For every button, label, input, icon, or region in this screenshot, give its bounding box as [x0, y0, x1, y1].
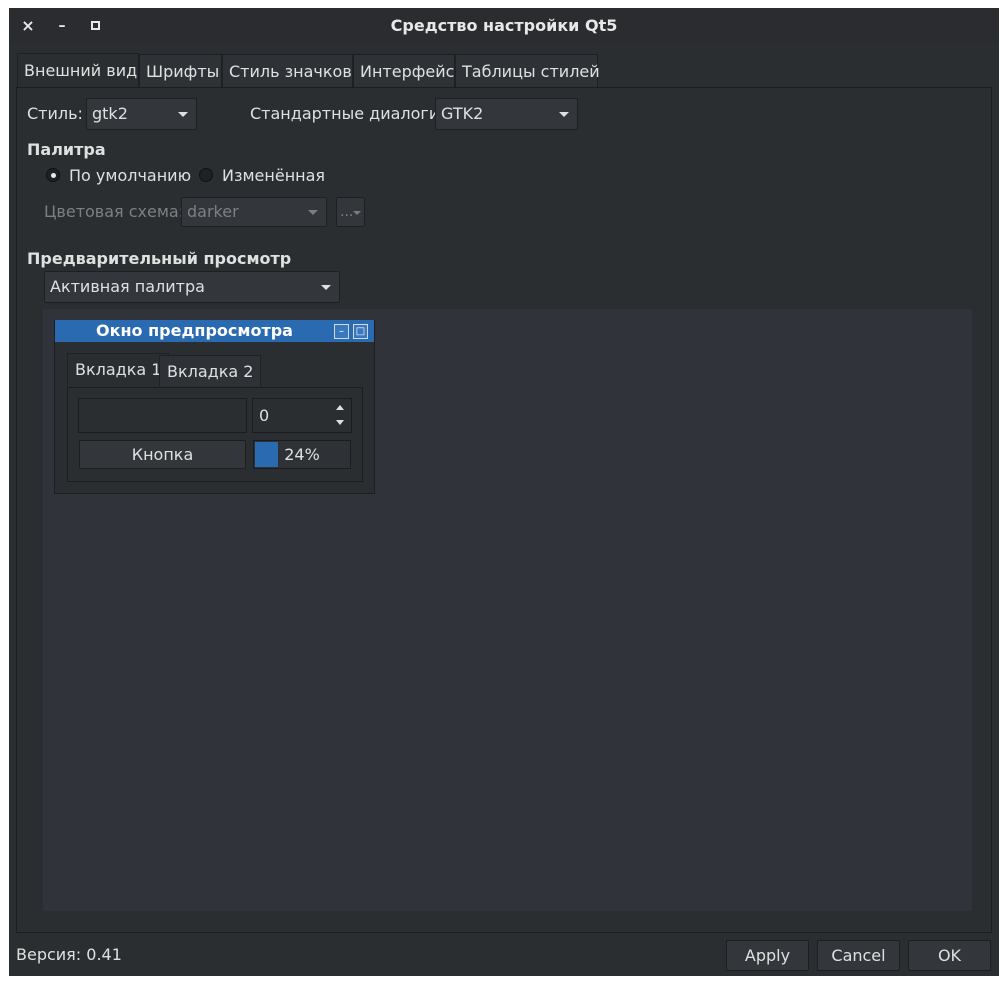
preview-palette-combobox[interactable]: Активная палитра	[44, 271, 340, 303]
version-label: Версия: 0.41	[16, 945, 122, 964]
cancel-button[interactable]: Cancel	[817, 940, 900, 971]
chevron-down-icon	[178, 112, 188, 117]
tab-icon-theme[interactable]: Стиль значков	[222, 54, 353, 88]
more-label: ...	[340, 204, 354, 220]
tab-appearance[interactable]: Внешний вид	[17, 53, 139, 87]
palette-modified-radio[interactable]	[199, 168, 213, 182]
dialogs-label: Стандартные диалоги:	[250, 104, 445, 123]
window-title: Средство настройки Qt5	[390, 16, 618, 35]
color-scheme-combobox: darker	[181, 197, 327, 227]
preview-spinbox[interactable]: 0	[252, 398, 352, 433]
tab-interface[interactable]: Интерфейс	[353, 54, 455, 88]
palette-modified-label[interactable]: Изменённая	[222, 165, 325, 187]
spinbox-value: 0	[259, 406, 270, 425]
palette-default-radio[interactable]	[46, 168, 60, 182]
style-combobox[interactable]: gtk2	[86, 98, 197, 130]
dialogs-combobox[interactable]: GTK2	[435, 98, 578, 130]
dialogs-value: GTK2	[441, 104, 484, 123]
spin-down-icon[interactable]	[336, 420, 344, 425]
preview-tab-1[interactable]: Вкладка 1	[67, 353, 170, 385]
preview-heading: Предварительный просмотр	[27, 249, 292, 268]
palette-heading: Палитра	[27, 140, 106, 159]
chevron-down-icon	[559, 112, 569, 117]
style-value: gtk2	[92, 104, 128, 123]
preview-palette-value: Активная палитра	[50, 277, 205, 296]
preview-text-input[interactable]	[78, 398, 247, 433]
palette-default-label[interactable]: По умолчанию	[69, 165, 191, 187]
color-scheme-label: Цветовая схема:	[44, 202, 185, 221]
preview-button[interactable]: Кнопка	[79, 440, 246, 469]
preview-tab-2[interactable]: Вкладка 2	[159, 355, 262, 386]
progress-text: 24%	[284, 445, 320, 464]
chevron-down-icon	[353, 211, 361, 215]
preview-minimize-icon: –	[334, 324, 349, 339]
color-scheme-value: darker	[187, 202, 239, 221]
preview-progress-bar: 24%	[253, 440, 351, 469]
ok-button[interactable]: OK	[908, 940, 991, 971]
tab-fonts[interactable]: Шрифты	[139, 54, 222, 88]
preview-window-title: Окно предпросмотра	[55, 320, 374, 342]
chevron-down-icon	[321, 285, 331, 290]
spin-up-icon[interactable]	[336, 405, 344, 410]
style-label: Стиль:	[27, 104, 83, 123]
color-scheme-more-button: ...	[336, 197, 365, 227]
preview-maximize-icon: □	[353, 324, 368, 339]
apply-button[interactable]: Apply	[726, 940, 809, 971]
tab-stylesheets[interactable]: Таблицы стилей	[455, 54, 600, 88]
chevron-down-icon	[308, 210, 318, 215]
